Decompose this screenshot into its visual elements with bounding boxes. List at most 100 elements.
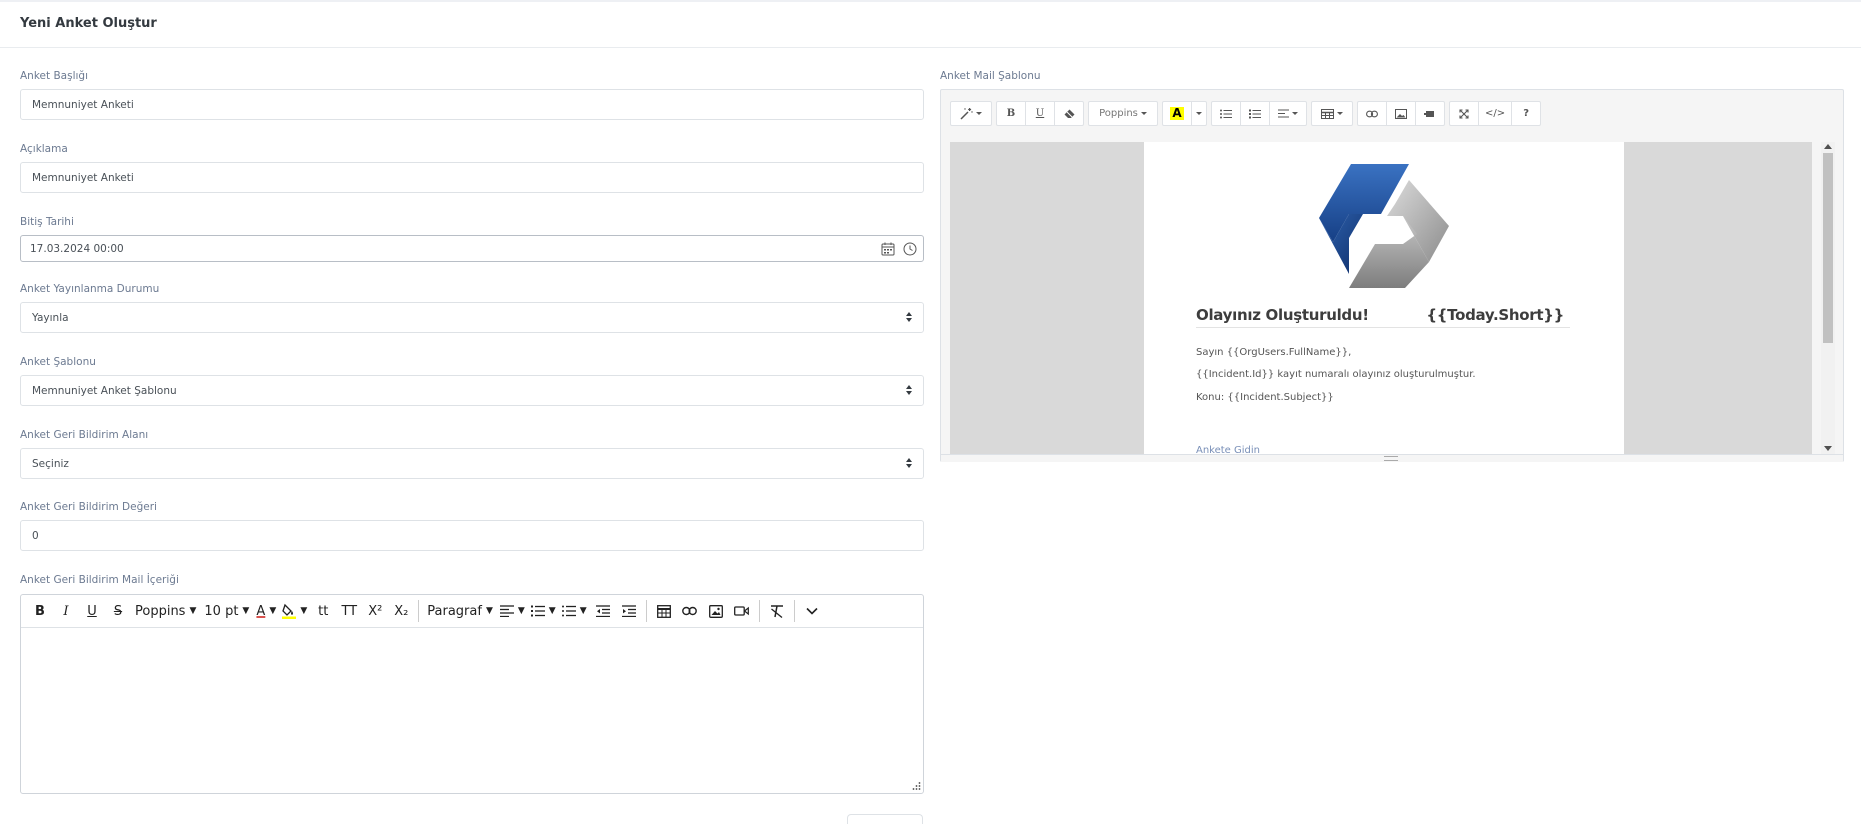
survey-title-input[interactable]: Memnuniyet Anketi bbox=[20, 89, 924, 120]
brand-logo bbox=[1319, 164, 1449, 288]
feedback-mail-editor: B I U S Poppins ▼ 10 pt ▼ A ▼ ▼ tt TT X² X₂ bbox=[20, 594, 924, 794]
color-group: A bbox=[1162, 101, 1207, 126]
mail-code-view-button[interactable]: </> bbox=[1478, 101, 1513, 126]
chevron-down-icon bbox=[1196, 112, 1202, 115]
clock-icon[interactable] bbox=[903, 242, 917, 256]
insert-video-button[interactable] bbox=[729, 599, 755, 623]
table-icon bbox=[656, 604, 671, 618]
mail-template-label: Anket Mail Şablonu bbox=[940, 70, 1041, 82]
survey-title-label: Anket Başlığı bbox=[20, 70, 88, 82]
bullet-list-dropdown[interactable]: ▼ bbox=[559, 599, 590, 623]
mail-help-button[interactable]: ? bbox=[1511, 101, 1542, 126]
mail-table-dropdown[interactable] bbox=[1311, 101, 1353, 126]
mail-template-editor: B U Poppins A </> ? Olayınız Oluşturuldu… bbox=[940, 89, 1844, 462]
mail-align-dropdown[interactable] bbox=[1269, 101, 1307, 126]
mail-greeting: Sayın {{OrgUsers.FullName}}, bbox=[1196, 347, 1352, 358]
bullet-list-icon bbox=[1220, 109, 1232, 118]
resize-grip-icon[interactable] bbox=[911, 781, 921, 791]
description-input[interactable]: Memnuniyet Anketi bbox=[20, 162, 924, 193]
mail-color-button[interactable]: A bbox=[1162, 101, 1192, 126]
mail-survey-link[interactable]: Ankete Gidin bbox=[1196, 445, 1260, 454]
indent-button[interactable] bbox=[616, 599, 642, 623]
mail-resize-bar[interactable] bbox=[941, 454, 1843, 462]
select-arrows-icon bbox=[905, 312, 913, 324]
mail-eraser-button[interactable] bbox=[1054, 101, 1084, 126]
clear-format-button[interactable] bbox=[764, 599, 790, 623]
underline-button[interactable]: U bbox=[79, 599, 105, 623]
chevron-down-icon: ▼ bbox=[517, 606, 525, 616]
strikethrough-button[interactable]: S bbox=[105, 599, 131, 623]
magic-wand-icon bbox=[960, 107, 973, 120]
font-family-value: Poppins bbox=[135, 603, 186, 619]
feedback-value-input[interactable]: 0 bbox=[20, 520, 924, 551]
template-label: Anket Şablonu bbox=[20, 356, 96, 368]
mail-fullscreen-button[interactable] bbox=[1449, 101, 1479, 126]
paragraph-dropdown[interactable]: Paragraf ▼ bbox=[423, 604, 497, 619]
description-label: Açıklama bbox=[20, 143, 68, 155]
fullscreen-icon bbox=[1459, 108, 1469, 119]
mail-heading-title: Olayınız Oluşturuldu! bbox=[1196, 306, 1369, 324]
editor-content-area[interactable] bbox=[21, 628, 923, 793]
editor-toolbar: B I U S Poppins ▼ 10 pt ▼ A ▼ ▼ tt TT X² X₂ bbox=[21, 595, 923, 628]
resize-handle-icon[interactable] bbox=[1384, 456, 1398, 461]
end-date-input[interactable]: 17.03.2024 00:00 bbox=[20, 235, 924, 262]
feedback-field-select[interactable]: Seçiniz bbox=[20, 448, 924, 479]
numbered-list-dropdown[interactable]: ▼ bbox=[528, 599, 559, 623]
mail-underline-button[interactable]: U bbox=[1025, 101, 1055, 126]
chevron-down-icon bbox=[1140, 112, 1147, 115]
mail-heading-date: {{Today.Short}} bbox=[1426, 306, 1564, 324]
submit-button[interactable] bbox=[847, 814, 923, 824]
font-size-case-button[interactable]: TT bbox=[336, 599, 362, 623]
chevron-down-icon: ▼ bbox=[579, 606, 587, 616]
align-dropdown[interactable]: ▼ bbox=[497, 599, 528, 623]
style-magic-button[interactable] bbox=[950, 101, 992, 126]
insert-table-button[interactable] bbox=[651, 599, 677, 623]
image-icon bbox=[1395, 108, 1407, 119]
mail-incident-line: {{Incident.Id}} kayıt numaralı olayınız … bbox=[1196, 369, 1476, 380]
mail-video-button[interactable] bbox=[1415, 101, 1445, 126]
subscript-button[interactable]: X₂ bbox=[388, 599, 414, 623]
select-arrows-icon bbox=[905, 385, 913, 397]
align-left-icon bbox=[499, 605, 514, 617]
outdent-button[interactable] bbox=[590, 599, 616, 623]
scroll-down-icon[interactable] bbox=[1824, 446, 1832, 451]
bold-button[interactable]: B bbox=[27, 599, 53, 623]
link-icon bbox=[682, 606, 698, 616]
highlight-color-button[interactable]: ▼ bbox=[279, 599, 310, 623]
mail-image-button[interactable] bbox=[1386, 101, 1416, 126]
image-icon bbox=[708, 604, 723, 618]
toolbar-separator bbox=[645, 600, 647, 622]
mail-numbered-list-button[interactable] bbox=[1240, 101, 1270, 126]
mail-scrollbar[interactable] bbox=[1821, 142, 1835, 454]
mail-color-dropdown[interactable] bbox=[1191, 101, 1207, 126]
scrollbar-thumb[interactable] bbox=[1823, 153, 1833, 343]
toolbar-separator bbox=[418, 600, 420, 622]
table-icon bbox=[1321, 108, 1334, 119]
mail-preview-canvas[interactable]: Olayınız Oluşturuldu! {{Today.Short}} Sa… bbox=[950, 142, 1812, 454]
scroll-up-icon[interactable] bbox=[1824, 144, 1832, 149]
more-toolbar-button[interactable] bbox=[799, 599, 825, 623]
font-size-dropdown[interactable]: 10 pt ▼ bbox=[200, 604, 253, 619]
insert-image-button[interactable] bbox=[703, 599, 729, 623]
mail-bullet-list-button[interactable] bbox=[1211, 101, 1241, 126]
chevron-down-icon: ▼ bbox=[269, 606, 277, 616]
chevron-down-icon: ▼ bbox=[485, 606, 493, 616]
insert-link-button[interactable] bbox=[677, 599, 703, 623]
calendar-icon[interactable] bbox=[881, 242, 895, 256]
mail-font-dropdown[interactable]: Poppins bbox=[1088, 101, 1158, 126]
template-select[interactable]: Memnuniyet Anket Şablonu bbox=[20, 375, 924, 406]
font-transform-button[interactable]: tt bbox=[310, 599, 336, 623]
mail-link-button[interactable] bbox=[1357, 101, 1387, 126]
date-time-icons bbox=[881, 242, 917, 256]
superscript-button[interactable]: X² bbox=[362, 599, 388, 623]
font-color-button[interactable]: A ▼ bbox=[253, 599, 279, 623]
chevron-down-icon bbox=[1292, 112, 1298, 115]
font-family-dropdown[interactable]: Poppins ▼ bbox=[131, 604, 200, 619]
link-icon bbox=[1366, 110, 1378, 117]
mail-paper: Olayınız Oluşturuldu! {{Today.Short}} Sa… bbox=[1144, 142, 1624, 454]
feedback-field-label: Anket Geri Bildirim Alanı bbox=[20, 429, 149, 441]
chevron-down-icon: ▼ bbox=[189, 606, 197, 616]
publish-status-select[interactable]: Yayınla bbox=[20, 302, 924, 333]
italic-button[interactable]: I bbox=[53, 599, 79, 623]
mail-bold-button[interactable]: B bbox=[996, 101, 1026, 126]
